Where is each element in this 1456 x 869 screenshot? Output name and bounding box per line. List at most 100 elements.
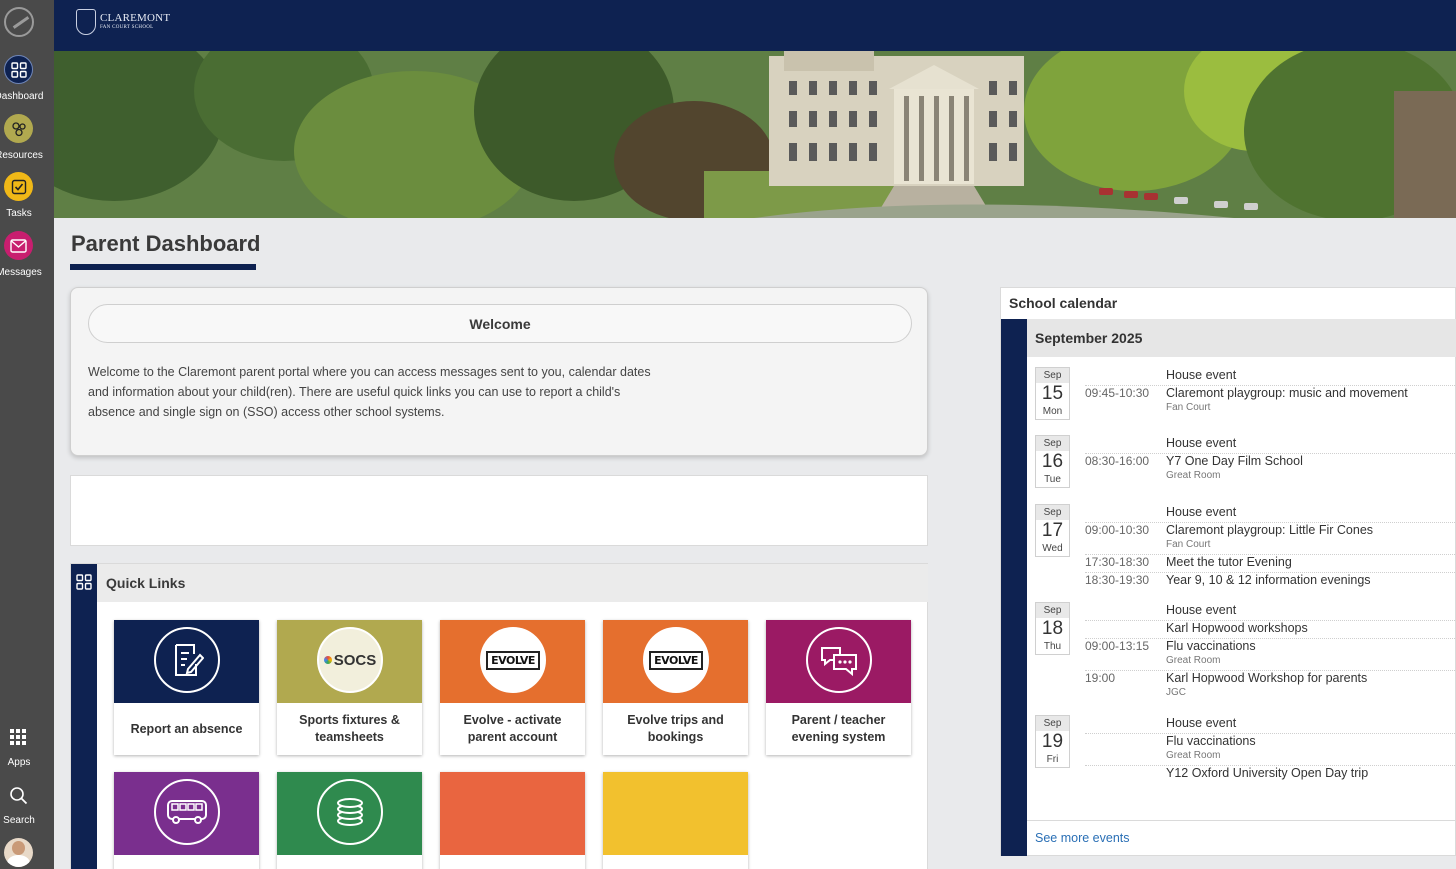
event-time: 18:30-19:30 bbox=[1085, 573, 1150, 587]
calendar-day-19[interactable]: Sep 19 Fri bbox=[1035, 715, 1070, 768]
tile-bus[interactable] bbox=[114, 772, 259, 869]
tile-parent-teacher-evening[interactable]: Parent / teacher evening system bbox=[766, 620, 911, 755]
tile-yellow[interactable] bbox=[603, 772, 748, 869]
calendar-event[interactable]: Karl Hopwood workshops bbox=[1085, 621, 1456, 639]
see-more-events-link[interactable]: See more events bbox=[1035, 831, 1130, 845]
event-location: Fan Court bbox=[1166, 402, 1211, 413]
calendar-event[interactable]: 17:30-18:30 Meet the tutor Evening bbox=[1085, 555, 1456, 573]
day-month: Sep bbox=[1036, 716, 1069, 731]
calendar-day-18[interactable]: Sep 18 Thu bbox=[1035, 602, 1070, 655]
school-calendar-panel: School calendar September 2025 Sep 15 Mo… bbox=[1000, 287, 1456, 856]
tile-evolve-trips-label: Evolve trips and bookings bbox=[627, 713, 724, 744]
event-location: Great Room bbox=[1166, 655, 1221, 666]
school-crest-icon bbox=[76, 9, 96, 35]
event-time: 09:00-13:15 bbox=[1085, 639, 1150, 653]
tile-report-absence[interactable]: Report an absence bbox=[114, 620, 259, 755]
calendar-event[interactable]: 19:00 Karl Hopwood Workshop for parents … bbox=[1085, 671, 1456, 703]
calendar-month-label: September 2025 bbox=[1035, 330, 1143, 346]
quick-links-grid-icon bbox=[76, 574, 92, 595]
event-title: House event bbox=[1166, 436, 1237, 450]
tile-sports-fixtures[interactable]: SOCS Sports fixtures & teamsheets bbox=[277, 620, 422, 755]
nav-resources-label: Resources bbox=[0, 150, 43, 161]
event-title: House event bbox=[1166, 368, 1237, 382]
tile-payments-banner bbox=[277, 772, 422, 855]
day-month: Sep bbox=[1036, 368, 1069, 383]
event-title: House event bbox=[1166, 603, 1237, 617]
tile-orange[interactable] bbox=[440, 772, 585, 869]
tile-bus-banner bbox=[114, 772, 259, 855]
event-title: Karl Hopwood Workshop for parents bbox=[1166, 671, 1368, 685]
evolve-logo-icon: EVOLVE bbox=[480, 627, 546, 693]
event-title: Year 9, 10 & 12 information evenings bbox=[1166, 573, 1371, 587]
dashboard-grid-icon bbox=[4, 55, 33, 84]
event-title: Y12 Oxford University Open Day trip bbox=[1166, 766, 1369, 780]
socs-pinwheel-icon bbox=[323, 656, 332, 664]
tile-yellow-banner bbox=[603, 772, 748, 855]
calendar-day-17[interactable]: Sep 17 Wed bbox=[1035, 504, 1070, 557]
coins-icon bbox=[317, 779, 383, 845]
calendar-event[interactable]: 09:00-13:15 Flu vaccinations Great Room bbox=[1085, 639, 1456, 671]
day-weekday: Wed bbox=[1042, 543, 1063, 554]
quick-links-title: Quick Links bbox=[106, 575, 186, 591]
calendar-event[interactable]: House event bbox=[1085, 368, 1456, 386]
school-brand-logo[interactable]: CLAREMONT FAN COURT SCHOOL bbox=[76, 9, 170, 35]
empty-content-panel bbox=[70, 475, 928, 546]
event-location: Great Room bbox=[1166, 470, 1221, 481]
day-weekday: Mon bbox=[1042, 406, 1063, 417]
event-time: 19:00 bbox=[1085, 671, 1116, 685]
day-number: 18 bbox=[1041, 618, 1064, 639]
day-weekday: Fri bbox=[1046, 754, 1059, 765]
calendar-event[interactable]: House event bbox=[1085, 603, 1456, 621]
day-month: Sep bbox=[1036, 603, 1069, 618]
day-weekday: Thu bbox=[1043, 641, 1062, 652]
nav-dashboard-label: Dashboard bbox=[0, 91, 44, 102]
tile-report-absence-banner bbox=[114, 620, 259, 703]
calendar-day-16[interactable]: Sep 16 Tue bbox=[1035, 435, 1070, 488]
page-title-underline bbox=[70, 264, 256, 270]
event-time: 08:30-16:00 bbox=[1085, 454, 1150, 468]
tile-parent-teacher-banner bbox=[766, 620, 911, 703]
calendar-event[interactable]: House event bbox=[1085, 716, 1456, 734]
calendar-title: School calendar bbox=[1009, 295, 1118, 311]
tile-evolve-trips-banner: EVOLVE bbox=[603, 620, 748, 703]
evolve-logo-icon: EVOLVE bbox=[643, 627, 709, 693]
calendar-event[interactable]: Flu vaccinations Great Room bbox=[1085, 734, 1456, 766]
event-time: 17:30-18:30 bbox=[1085, 555, 1150, 569]
quick-links-header: Quick Links bbox=[97, 564, 928, 602]
evolve-badge-text: EVOLVE bbox=[649, 650, 703, 670]
event-title: Claremont playgroup: Little Fir Cones bbox=[1166, 523, 1374, 537]
calendar-event[interactable]: 18:30-19:30 Year 9, 10 & 12 information … bbox=[1085, 573, 1456, 591]
socs-badge-text: SOCS bbox=[333, 651, 377, 669]
brand-name: CLAREMONT bbox=[100, 11, 171, 24]
calendar-event[interactable]: 09:00-10:30 Claremont playgroup: Little … bbox=[1085, 523, 1456, 555]
day-month: Sep bbox=[1036, 436, 1069, 451]
calendar-event[interactable]: Y12 Oxford University Open Day trip bbox=[1085, 766, 1456, 784]
calendar-event[interactable]: 09:45-10:30 Claremont playgroup: music a… bbox=[1085, 386, 1456, 418]
day-month: Sep bbox=[1036, 505, 1069, 520]
calendar-event[interactable]: House event bbox=[1085, 505, 1456, 523]
calendar-day-15[interactable]: Sep 15 Mon bbox=[1035, 367, 1070, 420]
user-avatar[interactable] bbox=[4, 838, 33, 867]
tile-sports-fixtures-label: Sports fixtures & teamsheets bbox=[299, 713, 400, 744]
event-location: Fan Court bbox=[1166, 539, 1211, 550]
quick-links-panel: Quick Links Report an absence SOCS Sport… bbox=[70, 563, 928, 869]
calendar-event[interactable]: 08:30-16:00 Y7 One Day Film School Great… bbox=[1085, 454, 1456, 486]
nav-apps-label: Apps bbox=[7, 757, 31, 768]
nav-tasks-label: Tasks bbox=[6, 208, 32, 219]
nav-messages-label: Messages bbox=[0, 267, 42, 278]
calendar-event[interactable]: House event bbox=[1085, 436, 1456, 454]
calendar-month-bar: September 2025 bbox=[1027, 319, 1456, 357]
school-banner-image bbox=[54, 51, 1456, 218]
event-time: 09:45-10:30 bbox=[1085, 386, 1150, 400]
tile-payments[interactable] bbox=[277, 772, 422, 869]
tile-evolve-activate[interactable]: EVOLVE Evolve - activate parent account bbox=[440, 620, 585, 755]
envelope-icon bbox=[4, 231, 33, 260]
welcome-card: Welcome Welcome to the Claremont parent … bbox=[70, 287, 928, 456]
tile-evolve-trips[interactable]: EVOLVE Evolve trips and bookings bbox=[603, 620, 748, 755]
top-header-bar: CLAREMONT FAN COURT SCHOOL bbox=[54, 0, 1456, 51]
event-location: Great Room bbox=[1166, 750, 1221, 761]
app-logo-icon[interactable] bbox=[4, 7, 34, 37]
search-icon bbox=[8, 786, 28, 806]
welcome-heading: Welcome bbox=[88, 304, 912, 343]
event-title: Flu vaccinations bbox=[1166, 639, 1256, 653]
